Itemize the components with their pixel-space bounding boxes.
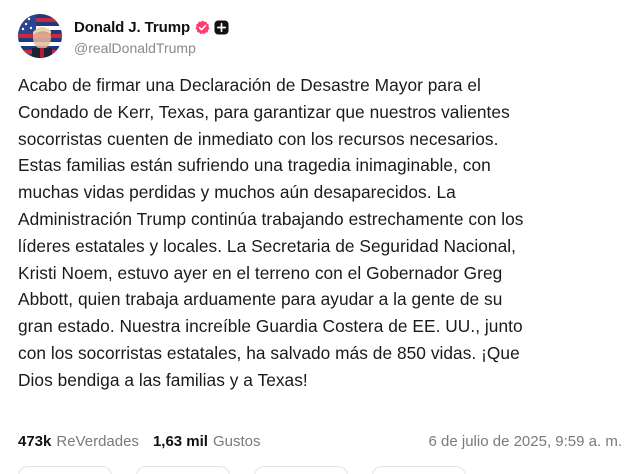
like-button[interactable] (254, 466, 348, 474)
post-card: Donald J. Trump @realDonaldTrump Acabo d… (0, 0, 640, 474)
post-header: Donald J. Trump @realDonaldTrump (18, 14, 229, 58)
reply-button[interactable] (18, 466, 112, 474)
plus-badge-icon (214, 20, 229, 35)
post-timestamp[interactable]: 6 de julio de 2025, 9:59 a. m. (429, 433, 622, 450)
likes-label[interactable]: Gustos (213, 433, 261, 450)
action-bar (18, 466, 490, 474)
author-identity: Donald J. Trump @realDonaldTrump (74, 17, 229, 56)
author-handle[interactable]: @realDonaldTrump (74, 40, 229, 56)
flag-portrait-avatar-icon (18, 14, 62, 58)
share-button[interactable] (372, 466, 466, 474)
avatar[interactable] (18, 14, 62, 58)
retruth-button[interactable] (136, 466, 230, 474)
reposts-label[interactable]: ReVerdades (56, 433, 139, 450)
post-stats: 473k ReVerdades 1,63 mil Gustos 6 de jul… (18, 433, 622, 450)
post-body-text: Acabo de firmar una Declaración de Desas… (18, 75, 524, 390)
verified-check-icon (195, 20, 210, 35)
reposts-count[interactable]: 473k (18, 433, 51, 450)
likes-count[interactable]: 1,63 mil (153, 433, 208, 450)
name-row: Donald J. Trump (74, 17, 229, 39)
display-name[interactable]: Donald J. Trump (74, 19, 190, 36)
